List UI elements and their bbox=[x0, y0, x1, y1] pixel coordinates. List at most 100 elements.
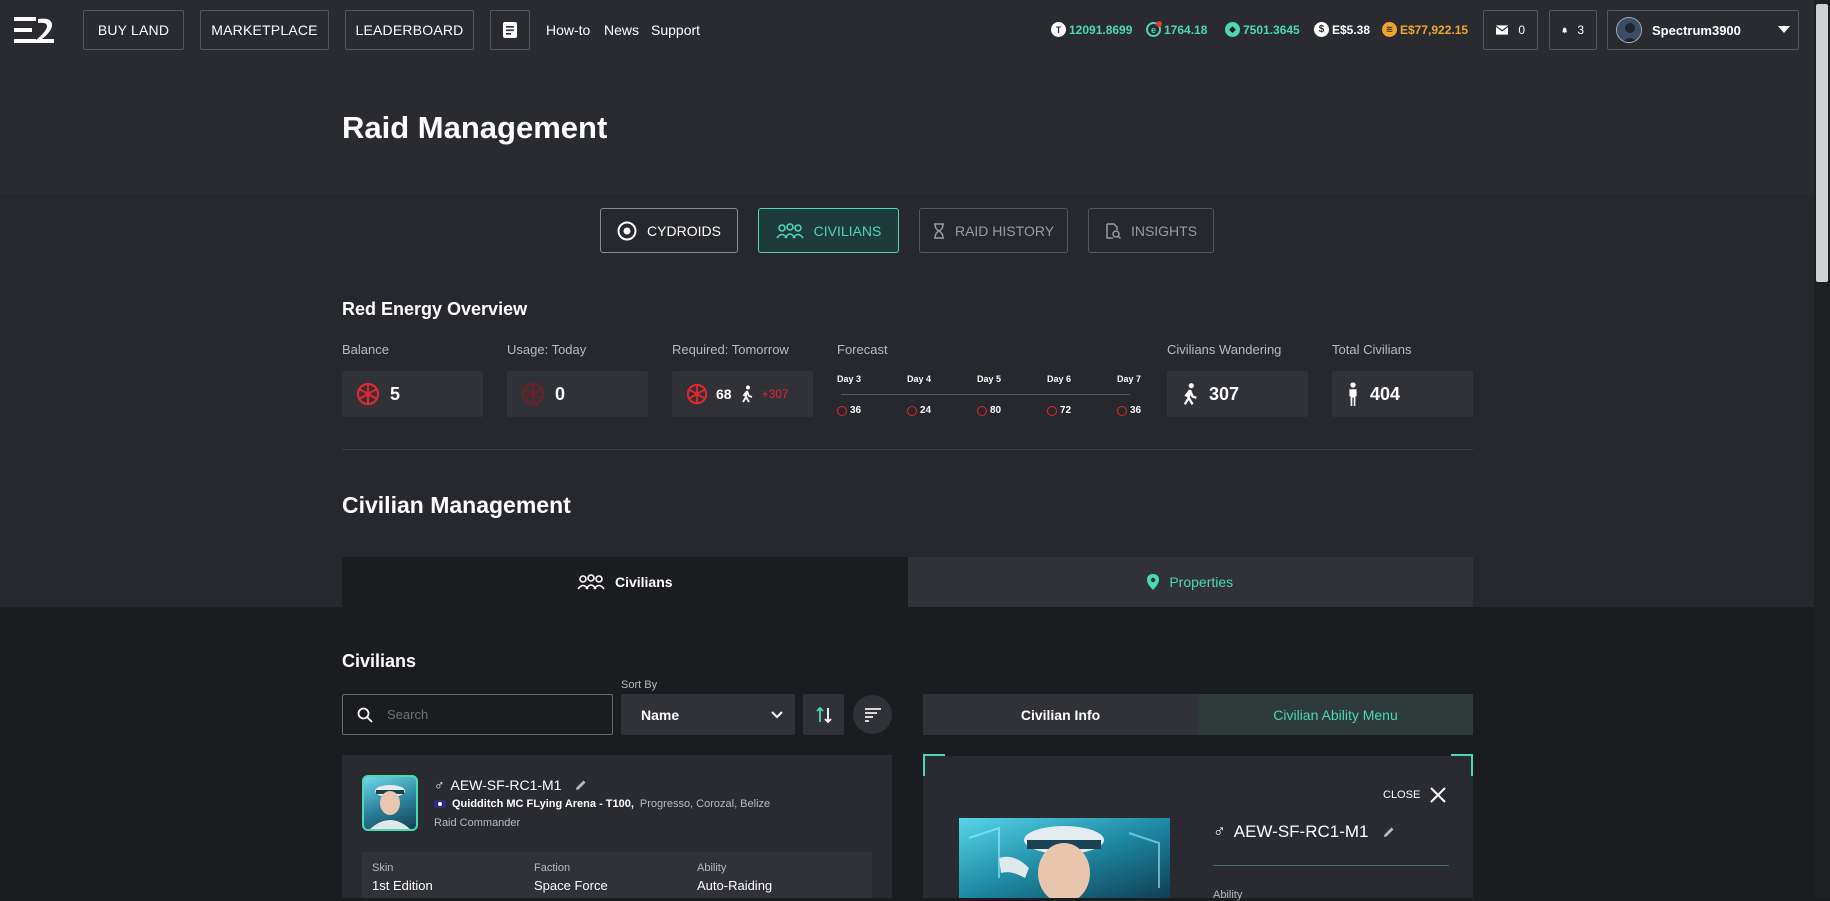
sort-direction-button[interactable] bbox=[803, 694, 844, 735]
usage-stat: 0 bbox=[507, 371, 648, 417]
civilian-thumbnail bbox=[362, 775, 418, 831]
ether-balance-value: 7501.3645 bbox=[1243, 22, 1300, 37]
username: Spectrum3900 bbox=[1652, 22, 1741, 38]
male-icon: ♂ bbox=[1213, 822, 1226, 841]
sort-by-value: Name bbox=[641, 706, 680, 723]
forecast-value: 72 bbox=[1047, 405, 1071, 416]
ability-attr: Ability Auto-Raiding bbox=[697, 862, 772, 893]
ether-shard-icon: ◆ bbox=[1225, 22, 1240, 37]
tab-properties[interactable]: Properties bbox=[907, 557, 1473, 607]
tab-cydroids-label: CYDROIDS bbox=[647, 222, 721, 239]
filter-button[interactable] bbox=[853, 695, 892, 734]
howto-link[interactable]: How-to bbox=[546, 22, 590, 38]
e2-logo[interactable] bbox=[14, 17, 54, 43]
detail-civilian-name: AEW-SF-RC1-M1 bbox=[1233, 822, 1369, 841]
mail-icon bbox=[1496, 25, 1509, 35]
tab-civilian-info[interactable]: Civilian Info bbox=[923, 694, 1198, 735]
mail-button[interactable]: 0 bbox=[1483, 10, 1538, 50]
civilian-name: AEW-SF-RC1-M1 bbox=[450, 777, 562, 793]
marketplace-button[interactable]: MARKETPLACE bbox=[200, 10, 329, 50]
required-value: 68 bbox=[716, 386, 732, 402]
support-link[interactable]: Support bbox=[651, 22, 700, 38]
forecast-value: 36 bbox=[837, 405, 861, 416]
edit-pencil-icon[interactable] bbox=[575, 779, 587, 791]
red-energy-icon bbox=[837, 405, 847, 416]
required-stat: 68 +307 bbox=[672, 371, 813, 417]
tab-cydroids[interactable]: CYDROIDS bbox=[600, 208, 738, 253]
dollar-icon: $ bbox=[1314, 22, 1329, 37]
location-pin-icon bbox=[1147, 574, 1160, 590]
balance-stat: 5 bbox=[342, 371, 483, 417]
tab-insights-label: INSIGHTS bbox=[1130, 222, 1198, 239]
sort-arrows-icon bbox=[815, 706, 832, 723]
close-button[interactable]: CLOSE bbox=[1383, 787, 1447, 803]
red-energy-icon bbox=[907, 405, 917, 416]
element-currency-icon: e bbox=[1146, 21, 1162, 37]
tile-balance[interactable]: T 12091.8699 bbox=[1051, 22, 1132, 37]
civilian-attributes: Skin 1st Edition Faction Space Force Abi… bbox=[362, 852, 872, 898]
forecast-value: 80 bbox=[977, 405, 1001, 416]
red-energy-icon bbox=[1117, 405, 1127, 416]
walking-person-icon bbox=[741, 385, 752, 403]
divider bbox=[342, 449, 1473, 450]
wandering-label: Civilians Wandering bbox=[1167, 342, 1282, 357]
civilian-place: Progresso, Corozal, Belize bbox=[639, 798, 771, 810]
user-menu[interactable]: Spectrum3900 bbox=[1607, 10, 1799, 50]
buy-land-button[interactable]: BUY LAND bbox=[83, 10, 184, 50]
news-link[interactable]: News bbox=[604, 22, 639, 38]
close-label: CLOSE bbox=[1383, 789, 1421, 801]
tab-civilian-ability-menu[interactable]: Civilian Ability Menu bbox=[1198, 694, 1473, 735]
forecast-day: Day 6 bbox=[1047, 374, 1072, 384]
panel-corner bbox=[923, 754, 945, 776]
edit-pencil-icon[interactable] bbox=[1383, 826, 1395, 838]
sort-by-select[interactable]: Name bbox=[621, 694, 795, 735]
forecast-label: Forecast bbox=[837, 342, 888, 357]
chevron-down-icon bbox=[771, 710, 783, 718]
red-energy-icon bbox=[1047, 405, 1057, 416]
total-civilians-label: Total Civilians bbox=[1332, 342, 1412, 357]
balance-value: 5 bbox=[390, 383, 401, 404]
search-icon bbox=[357, 707, 373, 723]
civilian-management-title: Civilian Management bbox=[342, 492, 571, 518]
civilian-management-tabs: Civilians Properties bbox=[342, 557, 1473, 607]
detail-divider bbox=[1213, 865, 1449, 866]
dollar-balance-value: E$5.38 bbox=[1332, 22, 1371, 37]
required-extra: +307 bbox=[761, 387, 789, 401]
red-energy-overview-title: Red Energy Overview bbox=[342, 299, 528, 319]
faction-value: Space Force bbox=[534, 878, 608, 893]
civilian-property[interactable]: Quidditch MC FLying Arena - T100, bbox=[452, 798, 634, 810]
element-balance[interactable]: e 1764.18 bbox=[1146, 21, 1207, 37]
essence-coin-icon: ≋ bbox=[1382, 22, 1397, 37]
tab-civilians-list[interactable]: Civilians bbox=[342, 557, 908, 607]
tab-civilians[interactable]: CIVILIANS bbox=[758, 208, 899, 253]
notifications-button[interactable]: 3 bbox=[1549, 10, 1597, 50]
tab-insights[interactable]: INSIGHTS bbox=[1088, 208, 1214, 253]
tab-raid-history[interactable]: RAID HISTORY bbox=[919, 208, 1068, 253]
detail-ability-label: Ability bbox=[1213, 889, 1243, 901]
search-input[interactable] bbox=[387, 707, 587, 722]
avatar bbox=[1616, 17, 1642, 43]
skin-label: Skin bbox=[372, 862, 394, 874]
civilian-card[interactable]: ♂ AEW-SF-RC1-M1 Quidditch MC FLying Aren… bbox=[342, 755, 892, 898]
forecast-value: 36 bbox=[1117, 405, 1141, 416]
forecast-day: Day 5 bbox=[977, 374, 1002, 384]
tile-balance-value: 12091.8699 bbox=[1069, 22, 1133, 37]
dollar-balance[interactable]: $ E$5.38 bbox=[1314, 22, 1370, 37]
essence-balance[interactable]: ≋ E$77,922.15 bbox=[1382, 22, 1468, 37]
civilian-name-row: ♂ AEW-SF-RC1-M1 bbox=[434, 777, 587, 793]
civilian-detail-tabs: Civilian Info Civilian Ability Menu bbox=[923, 694, 1473, 735]
filter-lines-icon bbox=[864, 707, 881, 722]
skin-attr: Skin 1st Edition bbox=[372, 862, 433, 893]
forecast-value: 24 bbox=[907, 405, 931, 416]
ability-label: Ability bbox=[697, 862, 727, 874]
notification-count: 3 bbox=[1577, 23, 1584, 37]
standing-person-icon bbox=[1349, 382, 1357, 406]
search-field[interactable] bbox=[342, 694, 613, 735]
document-button[interactable] bbox=[490, 10, 530, 50]
cydroid-icon bbox=[617, 221, 637, 240]
faction-attr: Faction Space Force bbox=[534, 862, 608, 893]
chevron-down-icon bbox=[1778, 26, 1790, 33]
leaderboard-button[interactable]: LEADERBOARD bbox=[345, 10, 474, 50]
scrollbar-thumb[interactable] bbox=[1816, 4, 1828, 282]
ether-balance[interactable]: ◆ 7501.3645 bbox=[1225, 22, 1300, 37]
